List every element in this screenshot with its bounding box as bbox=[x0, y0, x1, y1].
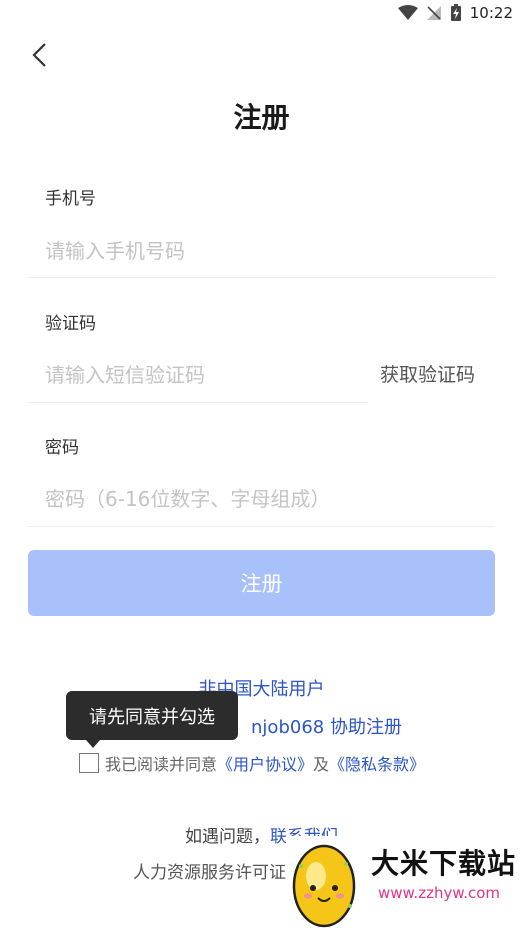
watermark-name: 大米下载站 bbox=[371, 847, 517, 880]
password-divider bbox=[28, 526, 495, 527]
phone-input[interactable] bbox=[45, 236, 485, 266]
chevron-left-icon bbox=[32, 43, 46, 67]
status-time: 10:22 bbox=[469, 4, 513, 22]
code-input[interactable] bbox=[45, 360, 355, 390]
phone-label: 手机号 bbox=[45, 189, 96, 209]
agree-tooltip: 请先同意并勾选 bbox=[66, 691, 238, 740]
phone-divider bbox=[28, 277, 495, 278]
get-code-button[interactable]: 获取验证码 bbox=[380, 360, 475, 387]
no-signal-icon bbox=[426, 6, 441, 20]
agreement-and: 及 bbox=[313, 755, 330, 774]
agreement-row: 我已阅读并同意 《用户协议》 及 《隐私条款》 bbox=[79, 751, 425, 775]
code-label: 验证码 bbox=[45, 314, 96, 334]
status-bar: 10:22 bbox=[0, 0, 523, 30]
assist-register-link[interactable]: njob068 协助注册 bbox=[251, 717, 402, 738]
license-text: 人力资源服务许可证 bbox=[133, 863, 286, 883]
back-button[interactable] bbox=[22, 38, 56, 72]
password-label: 密码 bbox=[45, 438, 79, 458]
page-title: 注册 bbox=[233, 101, 290, 134]
battery-charging-icon bbox=[450, 4, 461, 21]
assist-suffix: 协助注册 bbox=[329, 717, 402, 738]
watermark-url: www.zzhyw.com bbox=[378, 884, 501, 902]
password-input[interactable] bbox=[45, 484, 485, 514]
user-agreement-link[interactable]: 《用户协议》 bbox=[217, 751, 313, 775]
agreement-prefix: 我已阅读并同意 bbox=[105, 755, 218, 774]
register-button[interactable]: 注册 bbox=[28, 550, 495, 616]
assist-prefix: njob068 bbox=[251, 717, 325, 738]
code-divider bbox=[28, 402, 368, 403]
help-prefix: 如遇问题， bbox=[185, 827, 270, 847]
status-icons: 10:22 bbox=[397, 4, 513, 22]
watermark: 大米下载站 www.zzhyw.com bbox=[286, 836, 523, 929]
tooltip-arrow bbox=[86, 740, 100, 748]
privacy-link[interactable]: 《隐私条款》 bbox=[329, 751, 425, 775]
mascot-logo-icon bbox=[292, 844, 356, 928]
agree-checkbox[interactable] bbox=[79, 753, 99, 773]
wifi-icon bbox=[397, 5, 418, 20]
